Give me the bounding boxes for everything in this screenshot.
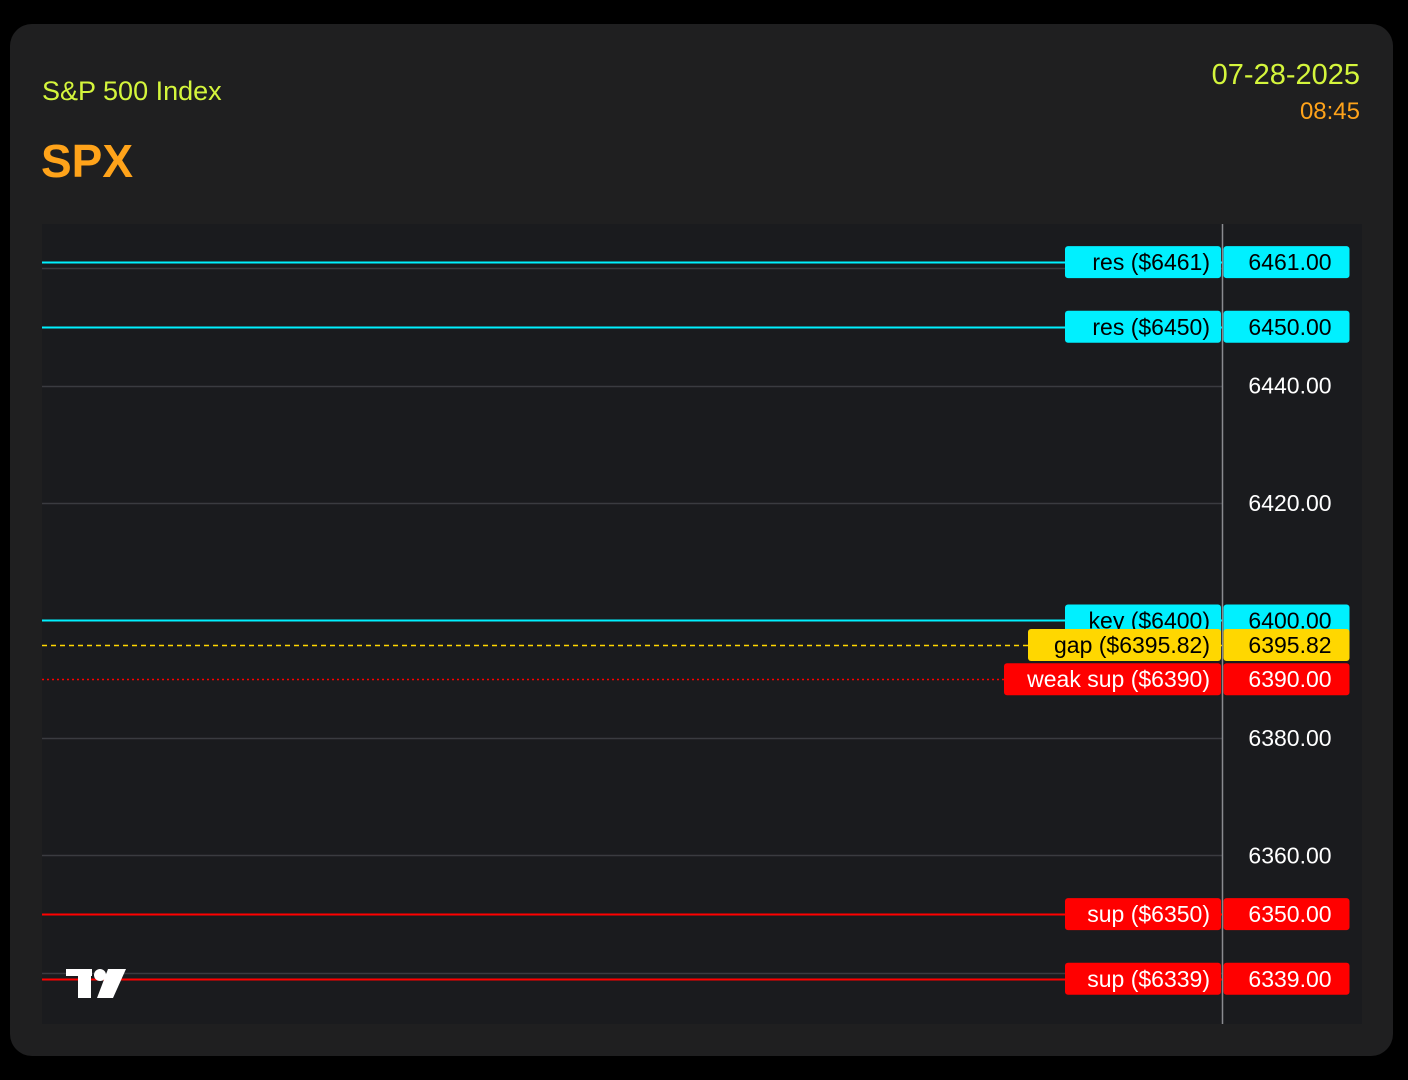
y-tick-label: 6360.00 (1248, 842, 1331, 868)
date-label: 07-28-2025 (1211, 59, 1360, 91)
axis-value-label: 6461.00 (1248, 249, 1331, 275)
y-tick-label: 6440.00 (1248, 373, 1331, 399)
level-label: res ($6461) (1092, 249, 1210, 275)
price-level: weak sup ($6390) 6390.00 (42, 663, 1350, 696)
axis-value-label: 6450.00 (1248, 314, 1331, 340)
levels-layer: res ($6461) 6461.00res ($6450) 6450.00key … (42, 246, 1350, 995)
price-level: res ($6450) 6450.00 (42, 310, 1350, 343)
price-level: sup ($6350) 6350.00 (42, 898, 1350, 931)
price-level-chart: res ($6461) 6461.00 res ($6450) 6450.00 key … (42, 224, 1362, 1024)
tradingview-logo-icon (66, 969, 126, 998)
axis-value-label: 6390.00 (1248, 666, 1331, 692)
level-label: gap ($6395.82) (1054, 632, 1210, 658)
price-level: res ($6461) 6461.00 (42, 246, 1350, 279)
price-level: gap ($6395.82) 6395.82 (42, 629, 1350, 662)
level-label: res ($6450) (1092, 314, 1210, 340)
chart-card: S&P 500 Index SPX 07-28-2025 08:45 res (… (10, 24, 1393, 1056)
y-tick-label: 6420.00 (1248, 490, 1331, 516)
level-label: sup ($6339) (1087, 966, 1210, 992)
index-name: S&P 500 Index (42, 76, 222, 106)
chart-svg: res ($6461) 6461.00res ($6450) 6450.00key … (42, 224, 1350, 1024)
level-label: weak sup ($6390) (1026, 666, 1210, 692)
level-label: sup ($6350) (1087, 901, 1210, 927)
time-label: 08:45 (1299, 98, 1360, 125)
price-level: sup ($6339) 6339.00 (42, 962, 1350, 995)
ticker-symbol: SPX (41, 135, 134, 187)
axis-value-label: 6395.82 (1248, 632, 1331, 658)
axis-value-label: 6339.00 (1248, 966, 1331, 992)
y-tick-label: 6380.00 (1248, 725, 1331, 751)
axis-value-label: 6350.00 (1248, 901, 1331, 927)
